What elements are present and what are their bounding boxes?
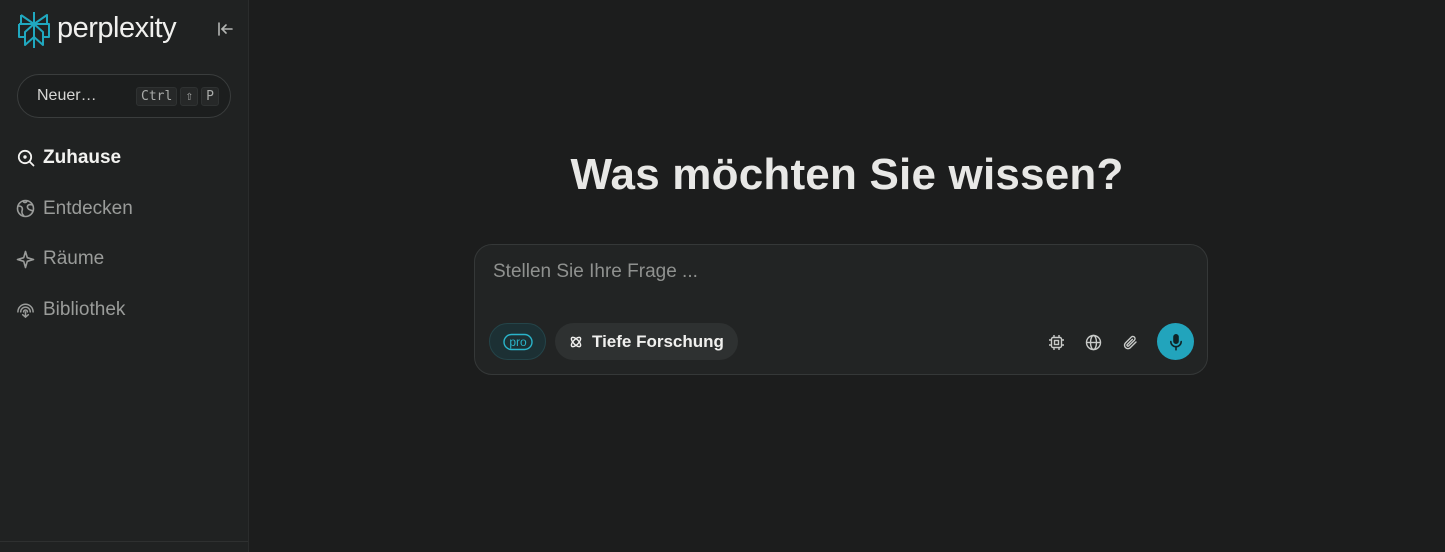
deep-research-label: Tiefe Forschung (592, 331, 724, 351)
model-chip-icon (1048, 334, 1064, 350)
sidebar-item-label: Zuhause (43, 147, 122, 168)
deep-research-button[interactable]: Tiefe Forschung (555, 323, 738, 360)
sidebar-item-entdecken[interactable]: Entdecken (16, 191, 133, 227)
new-thread-label: Neuer… (37, 87, 97, 104)
sidebar-nav: Zuhause Entdecken Räume Bibliothek (16, 140, 133, 342)
sidebar-item-label: Entdecken (43, 197, 133, 219)
composer: pro Tiefe Forschung (474, 244, 1208, 375)
sidebar-item-label: Bibliothek (43, 298, 126, 320)
main-area: Was möchten Sie wissen? pro Tiefe Forsch… (249, 0, 1445, 552)
shortcut-key-ctrl: Ctrl (136, 87, 178, 106)
collapse-sidebar-button[interactable] (214, 18, 236, 40)
sidebar-item-bibliothek[interactable]: Bibliothek (16, 292, 133, 328)
sources-button[interactable] (1083, 332, 1103, 352)
question-input[interactable] (493, 261, 1183, 283)
model-select-button[interactable] (1046, 332, 1066, 352)
new-thread-shortcut: Ctrl ⇧ P (136, 87, 219, 106)
new-thread-button[interactable]: Neuer… Ctrl ⇧ P (17, 74, 231, 118)
spaces-sparkle-icon (16, 250, 35, 269)
shortcut-key-shift: ⇧ (180, 87, 199, 106)
sidebar-divider (0, 541, 248, 542)
perplexity-logo-icon (18, 12, 50, 48)
sidebar: perplexity Neuer… Ctrl ⇧ P Zuhause Entde… (0, 0, 249, 552)
shortcut-key-p: P (201, 87, 219, 106)
microphone-icon (1169, 333, 1182, 351)
pro-toggle-button[interactable]: pro (489, 323, 546, 360)
pro-label: pro (509, 335, 527, 349)
brand[interactable]: perplexity (17, 11, 177, 49)
sidebar-item-zuhause[interactable]: Zuhause (16, 140, 133, 176)
atom-icon (570, 336, 582, 347)
sidebar-item-label: Räume (43, 248, 105, 269)
pro-badge-icon: pro (502, 333, 533, 350)
sidebar-item-raeume[interactable]: Räume (16, 241, 133, 277)
paperclip-icon (1123, 335, 1137, 349)
globe-discover-icon (16, 199, 35, 218)
collapse-sidebar-icon (218, 22, 233, 36)
app-window: perplexity Neuer… Ctrl ⇧ P Zuhause Entde… (0, 0, 1445, 552)
library-icon (16, 300, 35, 319)
page-title: Was möchten Sie wissen? (570, 150, 1124, 199)
search-home-icon (16, 149, 35, 168)
attach-button[interactable] (1120, 332, 1140, 352)
globe-icon (1085, 334, 1101, 350)
voice-input-button[interactable] (1157, 323, 1194, 360)
brand-name: perplexity (57, 11, 177, 44)
